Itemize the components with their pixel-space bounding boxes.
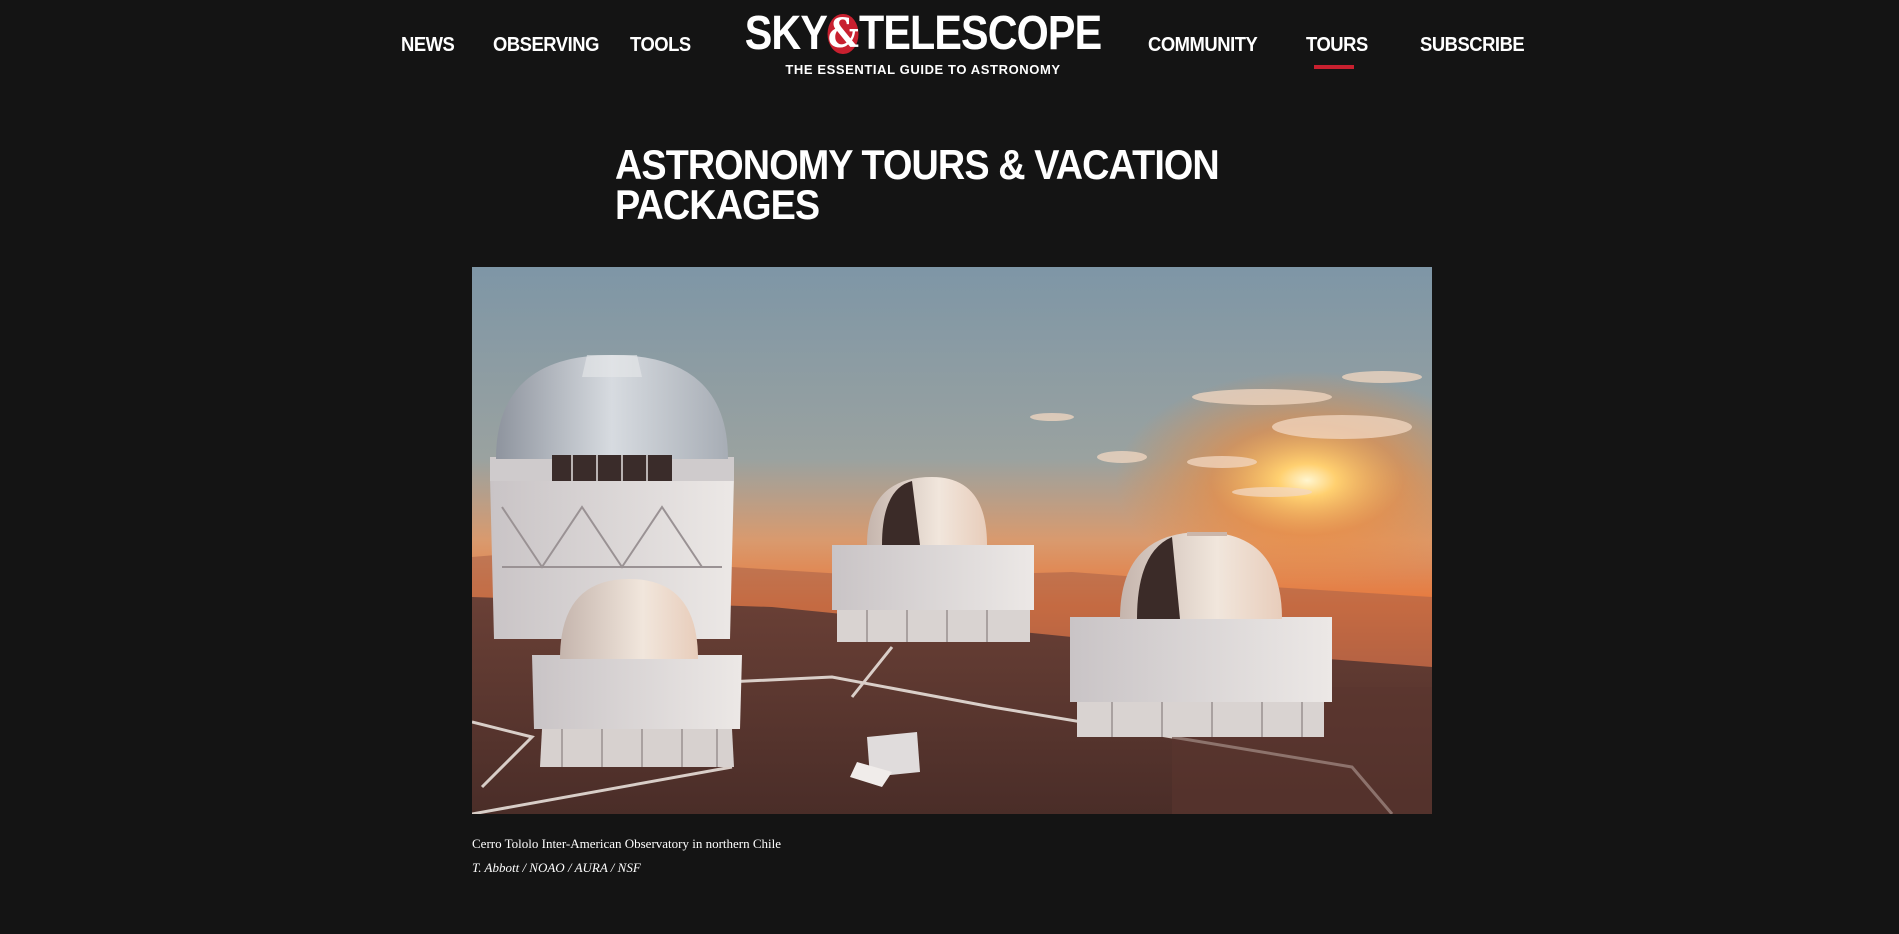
image-caption: Cerro Tololo Inter-American Observatory …	[472, 836, 782, 851]
page: NEWS OBSERVING TOOLS SKY & TELESCOPE THE…	[0, 0, 1899, 934]
logo-word-sky: SKY	[744, 7, 828, 60]
nav-news[interactable]: NEWS	[401, 30, 455, 60]
nav-subscribe[interactable]: SUBSCRIBE	[1420, 30, 1525, 60]
nav-community[interactable]: COMMUNITY	[1148, 30, 1258, 60]
page-title: ASTRONOMY TOURS & VACATION PACKAGES	[615, 141, 1220, 228]
nav-observing[interactable]: OBSERVING	[493, 30, 599, 60]
logo-word-telescope: TELESCOPE	[858, 7, 1102, 60]
image-credit: T. Abbott / NOAO / AURA / NSF	[472, 860, 641, 875]
nav-active-indicator	[1314, 65, 1354, 69]
site-logo[interactable]: SKY & TELESCOPE THE ESSENTIAL GUIDE TO A…	[745, 8, 1102, 80]
logo-ampersand-icon: &	[827, 10, 859, 57]
nav-tools[interactable]: TOOLS	[630, 30, 691, 60]
hero-image	[472, 267, 1432, 814]
nav-tours[interactable]: TOURS	[1306, 30, 1368, 60]
logo-tagline: THE ESSENTIAL GUIDE TO ASTRONOMY	[785, 62, 1061, 77]
logo-wordmark: SKY & TELESCOPE	[745, 8, 1102, 60]
